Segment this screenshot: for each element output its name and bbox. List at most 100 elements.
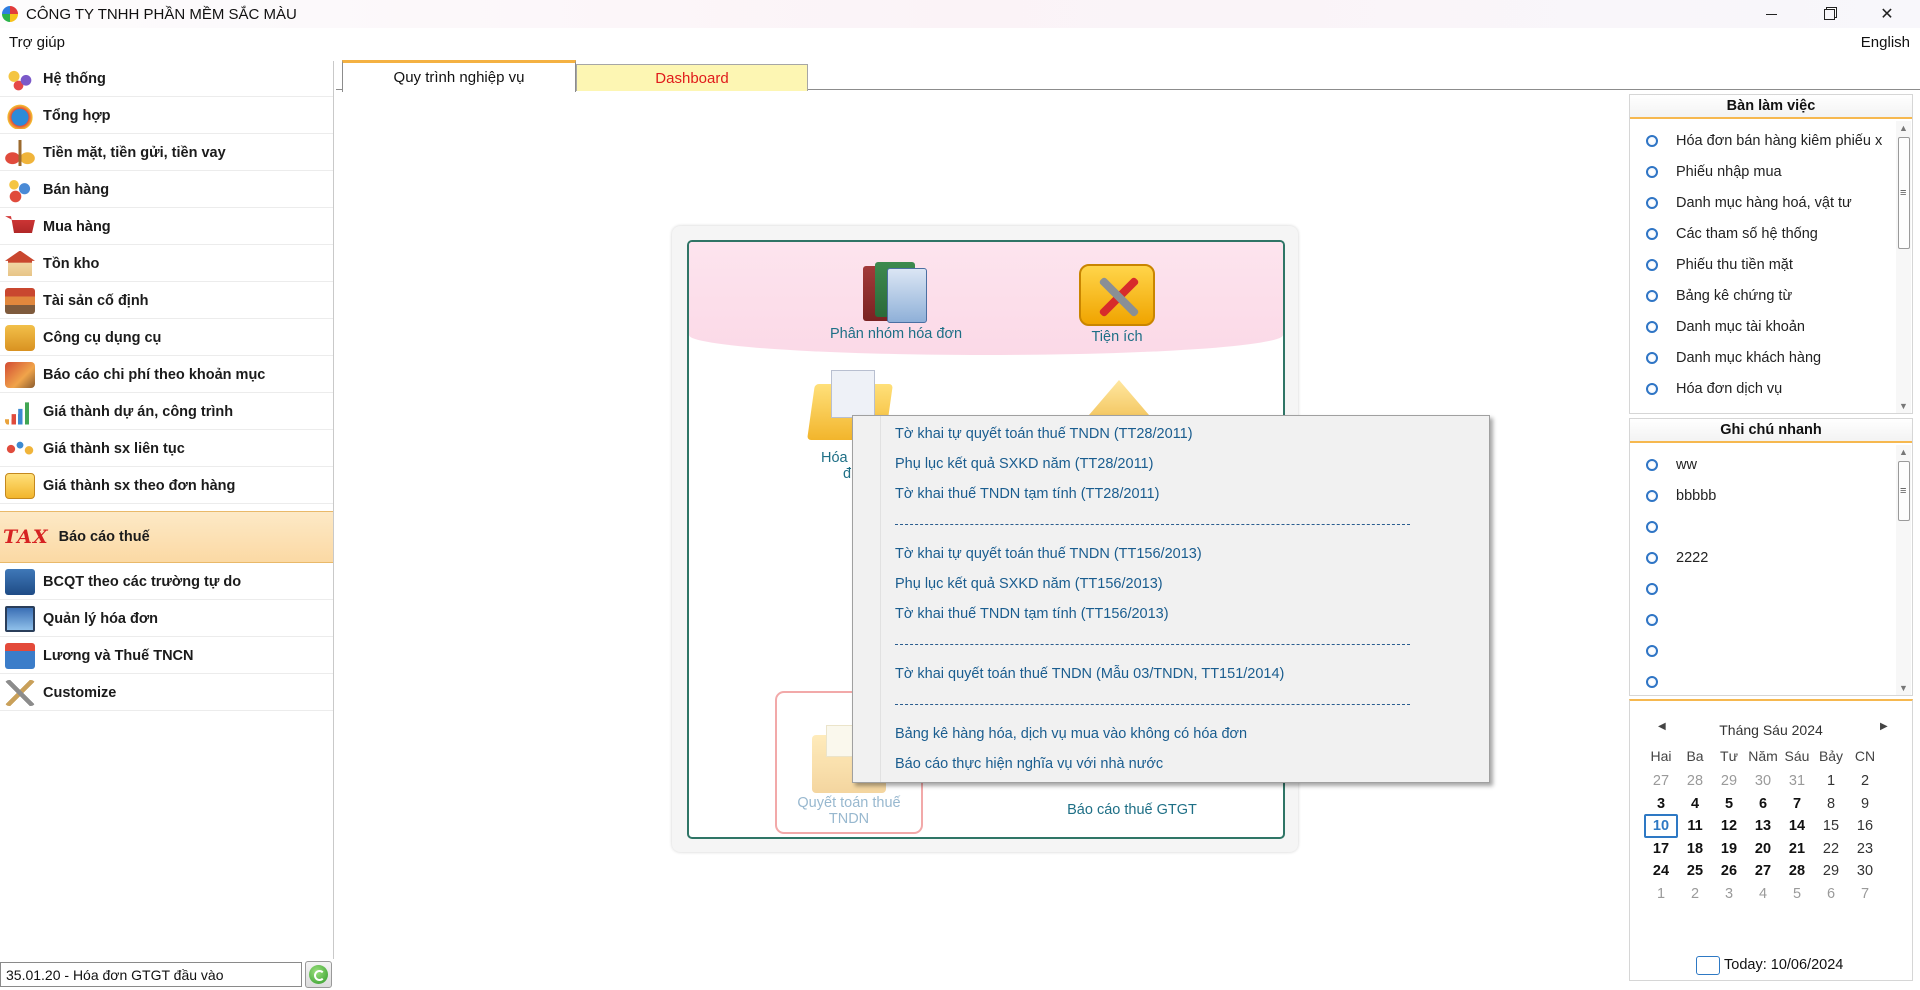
note-item[interactable] — [1630, 511, 1898, 542]
menu-item-business-results-tt156[interactable]: Phụ lục kết quả SXKD năm (TT156/2013) — [895, 576, 1163, 592]
calendar-day[interactable]: 31 — [1780, 769, 1814, 793]
calendar-day[interactable]: 3 — [1712, 882, 1746, 906]
today-checkbox[interactable] — [1696, 956, 1720, 975]
sidebar-item-continuous-cost[interactable]: Giá thành sx liên tục — [0, 431, 333, 467]
calendar-day[interactable]: 26 — [1712, 859, 1746, 883]
scroll-thumb[interactable] — [1898, 137, 1910, 249]
workdesk-item[interactable]: Danh mục hàng hoá, vật tư — [1630, 187, 1898, 218]
calendar-day[interactable]: 9 — [1848, 792, 1882, 816]
calendar-day[interactable]: 2 — [1678, 882, 1712, 906]
calendar-day[interactable]: 7 — [1848, 882, 1882, 906]
calendar-day[interactable]: 5 — [1712, 792, 1746, 816]
calendar-day[interactable]: 11 — [1678, 814, 1712, 838]
note-item[interactable]: ww — [1630, 449, 1898, 480]
calendar-day[interactable]: 17 — [1644, 837, 1678, 861]
workdesk-item[interactable]: Hóa đơn dịch vụ — [1630, 373, 1898, 404]
calendar-day[interactable]: 12 — [1712, 814, 1746, 838]
calendar-day[interactable]: 30 — [1848, 859, 1882, 883]
calendar-day[interactable]: 15 — [1814, 814, 1848, 838]
sidebar-item-summary[interactable]: Tổng hợp — [0, 98, 333, 134]
menu-item-cit-provisional-tt28[interactable]: Tờ khai thuế TNDN tạm tính (TT28/2011) — [895, 486, 1159, 502]
workdesk-scrollbar[interactable]: ▲ ▼ — [1896, 121, 1911, 413]
note-item[interactable] — [1630, 573, 1898, 604]
vat-report-item[interactable]: Báo cáo thuế GTGT — [1057, 802, 1207, 818]
calendar-day[interactable]: 19 — [1712, 837, 1746, 861]
menu-item-cit-provisional-tt156[interactable]: Tờ khai thuế TNDN tạm tính (TT156/2013) — [895, 606, 1169, 622]
minimize-button[interactable] — [1742, 0, 1800, 28]
sidebar-item-cash[interactable]: Tiền mặt, tiền gửi, tiền vay — [0, 135, 333, 171]
calendar-day[interactable]: 29 — [1814, 859, 1848, 883]
sidebar-item-project-cost[interactable]: Giá thành dự án, công trình — [0, 394, 333, 430]
utilities-item[interactable]: Tiện ích — [1061, 264, 1173, 345]
today-label[interactable]: Today: 10/06/2024 — [1724, 957, 1843, 973]
calendar-day[interactable]: 16 — [1848, 814, 1882, 838]
sidebar-item-tax-report[interactable]: TAX Báo cáo thuế — [0, 511, 333, 563]
workdesk-item[interactable]: Danh mục khách hàng — [1630, 342, 1898, 373]
calendar-day[interactable]: 29 — [1712, 769, 1746, 793]
calendar-day[interactable]: 4 — [1746, 882, 1780, 906]
note-item[interactable]: bbbbb — [1630, 480, 1898, 511]
sidebar-item-cost-report[interactable]: Báo cáo chi phí theo khoản mục — [0, 357, 333, 393]
workdesk-item[interactable]: Hóa đơn bán hàng kiêm phiếu x — [1630, 125, 1898, 156]
tab-business-process[interactable]: Quy trình nghiệp vụ — [342, 60, 576, 92]
workdesk-item[interactable]: Các tham số hệ thống — [1630, 218, 1898, 249]
sidebar-item-system[interactable]: Hệ thống — [0, 61, 333, 97]
sidebar-item-tools[interactable]: Công cụ dụng cụ — [0, 320, 333, 356]
sidebar-item-purchasing[interactable]: Mua hàng — [0, 209, 333, 245]
function-search-input[interactable] — [0, 962, 302, 987]
calendar-day[interactable]: 2 — [1848, 769, 1882, 793]
note-item[interactable] — [1630, 666, 1898, 697]
calendar-day[interactable]: 28 — [1678, 769, 1712, 793]
calendar-day[interactable]: 6 — [1814, 882, 1848, 906]
calendar-day[interactable]: 7 — [1780, 792, 1814, 816]
go-button[interactable] — [305, 961, 332, 988]
calendar-day[interactable]: 1 — [1814, 769, 1848, 793]
note-item[interactable]: 2222 — [1630, 542, 1898, 573]
note-item[interactable] — [1630, 635, 1898, 666]
calendar-day[interactable]: 27 — [1644, 769, 1678, 793]
calendar-day[interactable]: 1 — [1644, 882, 1678, 906]
calendar-day[interactable]: 23 — [1848, 837, 1882, 861]
calendar-day[interactable]: 18 — [1678, 837, 1712, 861]
sidebar-item-payroll[interactable]: Lương và Thuế TNCN — [0, 638, 333, 674]
sidebar-item-custom-fields[interactable]: BCQT theo các trường tự do — [0, 564, 333, 600]
menu-item-state-obligation-report[interactable]: Báo cáo thực hiện nghĩa vụ với nhà nước — [895, 756, 1163, 772]
workdesk-item[interactable]: Bảng kê chứng từ — [1630, 280, 1898, 311]
workdesk-item[interactable]: Phiếu thu tiền mặt — [1630, 249, 1898, 280]
calendar-day[interactable]: 13 — [1746, 814, 1780, 838]
calendar-day[interactable]: 28 — [1780, 859, 1814, 883]
scroll-thumb[interactable] — [1898, 461, 1910, 521]
calendar-day[interactable]: 20 — [1746, 837, 1780, 861]
calendar-day[interactable]: 3 — [1644, 792, 1678, 816]
sidebar-item-invoice-management[interactable]: Quản lý hóa đơn — [0, 601, 333, 637]
calendar-day[interactable]: 8 — [1814, 792, 1848, 816]
quick-notes-scrollbar[interactable]: ▲ ▼ — [1896, 445, 1911, 695]
sidebar-item-fixed-assets[interactable]: Tài sản cố định — [0, 283, 333, 319]
menu-item-purchase-list-no-invoice[interactable]: Bảng kê hàng hóa, dịch vụ mua vào không … — [895, 726, 1247, 742]
language-switch[interactable]: English — [1861, 34, 1910, 51]
sidebar-item-sales[interactable]: Bán hàng — [0, 172, 333, 208]
sidebar-item-inventory[interactable]: Tồn kho — [0, 246, 333, 282]
calendar-day[interactable]: 27 — [1746, 859, 1780, 883]
calendar-day[interactable]: 22 — [1814, 837, 1848, 861]
sidebar-item-order-cost[interactable]: Giá thành sx theo đơn hàng — [0, 468, 333, 504]
menu-item-cit-finalization-tt28[interactable]: Tờ khai tự quyết toán thuế TNDN (TT28/20… — [895, 426, 1193, 442]
calendar-day[interactable]: 10 — [1644, 814, 1678, 838]
sidebar-item-customize[interactable]: Customize — [0, 675, 333, 711]
calendar-day[interactable]: 14 — [1780, 814, 1814, 838]
calendar-day[interactable]: 5 — [1780, 882, 1814, 906]
calendar-day[interactable]: 24 — [1644, 859, 1678, 883]
calendar-day[interactable]: 4 — [1678, 792, 1712, 816]
menu-help[interactable]: Trợ giúp — [9, 34, 65, 51]
menu-item-cit-finalization-form03[interactable]: Tờ khai quyết toán thuế TNDN (Mẫu 03/TND… — [895, 666, 1284, 682]
group-invoices-item[interactable]: Phân nhóm hóa đơn — [817, 256, 975, 342]
tab-dashboard[interactable]: Dashboard — [576, 64, 808, 91]
menu-item-cit-finalization-tt156[interactable]: Tờ khai tự quyết toán thuế TNDN (TT156/2… — [895, 546, 1202, 562]
calendar-day[interactable]: 25 — [1678, 859, 1712, 883]
close-button[interactable]: ✕ — [1858, 0, 1916, 28]
restore-button[interactable] — [1800, 0, 1858, 28]
workdesk-item[interactable]: Danh mục tài khoản — [1630, 311, 1898, 342]
calendar-day[interactable]: 6 — [1746, 792, 1780, 816]
workdesk-item[interactable]: Phiếu nhập mua — [1630, 156, 1898, 187]
calendar-day[interactable]: 21 — [1780, 837, 1814, 861]
